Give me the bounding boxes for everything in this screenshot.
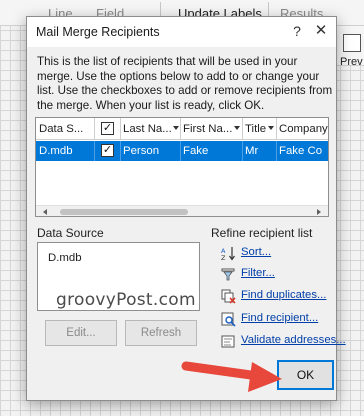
find-duplicates-link[interactable]: Find duplicates... bbox=[241, 289, 326, 301]
watermark: groovyPost.com bbox=[56, 290, 196, 310]
find-recipient-link[interactable]: Find recipient... bbox=[241, 312, 318, 324]
filter-link[interactable]: Filter... bbox=[241, 267, 275, 279]
sort-icon: A Z bbox=[221, 247, 235, 261]
preview-icon[interactable] bbox=[343, 34, 361, 52]
col-header-last-name[interactable]: Last Na... bbox=[120, 118, 180, 140]
find-duplicates-icon bbox=[221, 289, 236, 304]
horizontal-scrollbar[interactable] bbox=[36, 205, 328, 216]
data-source-label: Data Source bbox=[37, 226, 104, 240]
help-button[interactable]: ? bbox=[287, 21, 307, 41]
close-button[interactable]: ✕ bbox=[310, 21, 332, 41]
scroll-right-icon[interactable] bbox=[317, 209, 321, 215]
recipient-list-header: Data S... ✓ Last Na... First Na... Title… bbox=[36, 118, 328, 140]
cell-title: Mr bbox=[245, 145, 259, 157]
refresh-button[interactable]: Refresh bbox=[125, 320, 197, 346]
scrollbar-thumb[interactable] bbox=[60, 209, 188, 215]
svg-text:Z: Z bbox=[221, 254, 226, 261]
validate-addresses-icon bbox=[221, 335, 235, 348]
edit-button[interactable]: Edit... bbox=[45, 320, 117, 346]
cell-last-name: Person bbox=[123, 145, 160, 157]
table-row[interactable]: D.mdb ✓ Person Fake Mr Fake Co bbox=[36, 141, 328, 161]
last-name-dropdown-icon[interactable] bbox=[173, 126, 179, 130]
preview-label[interactable]: Prev bbox=[340, 56, 363, 68]
recipient-list[interactable]: Data S... ✓ Last Na... First Na... Title… bbox=[35, 117, 329, 217]
ok-button[interactable]: OK bbox=[277, 360, 334, 390]
row-checkbox[interactable]: ✓ bbox=[101, 144, 114, 157]
list-item[interactable]: D.mdb bbox=[48, 252, 82, 264]
cell-data-source: D.mdb bbox=[39, 145, 73, 157]
title-dropdown-icon[interactable] bbox=[268, 126, 274, 130]
intro-text: This is the list of recipients that will… bbox=[37, 55, 333, 112]
refine-recipient-list-label: Refine recipient list bbox=[211, 226, 313, 240]
dialog-titlebar: Mail Merge Recipients ? ✕ bbox=[27, 17, 336, 47]
find-recipient-icon bbox=[221, 312, 236, 327]
scroll-left-icon[interactable] bbox=[43, 209, 47, 215]
dialog-title: Mail Merge Recipients bbox=[36, 25, 160, 39]
cell-company: Fake Co bbox=[279, 145, 323, 157]
first-name-dropdown-icon[interactable] bbox=[234, 126, 240, 130]
validate-addresses-link[interactable]: Validate addresses... bbox=[241, 334, 346, 346]
sort-link[interactable]: Sort... bbox=[241, 246, 271, 258]
col-header-data-source[interactable]: Data S... bbox=[36, 118, 94, 140]
filter-icon bbox=[221, 268, 235, 281]
mail-merge-recipients-dialog: Mail Merge Recipients ? ✕ This is the li… bbox=[26, 16, 346, 401]
col-header-first-name[interactable]: First Na... bbox=[180, 118, 242, 140]
select-all-checkbox[interactable]: ✓ bbox=[101, 122, 114, 135]
col-header-company[interactable]: Company ... bbox=[276, 118, 328, 140]
cell-first-name: Fake bbox=[183, 145, 209, 157]
